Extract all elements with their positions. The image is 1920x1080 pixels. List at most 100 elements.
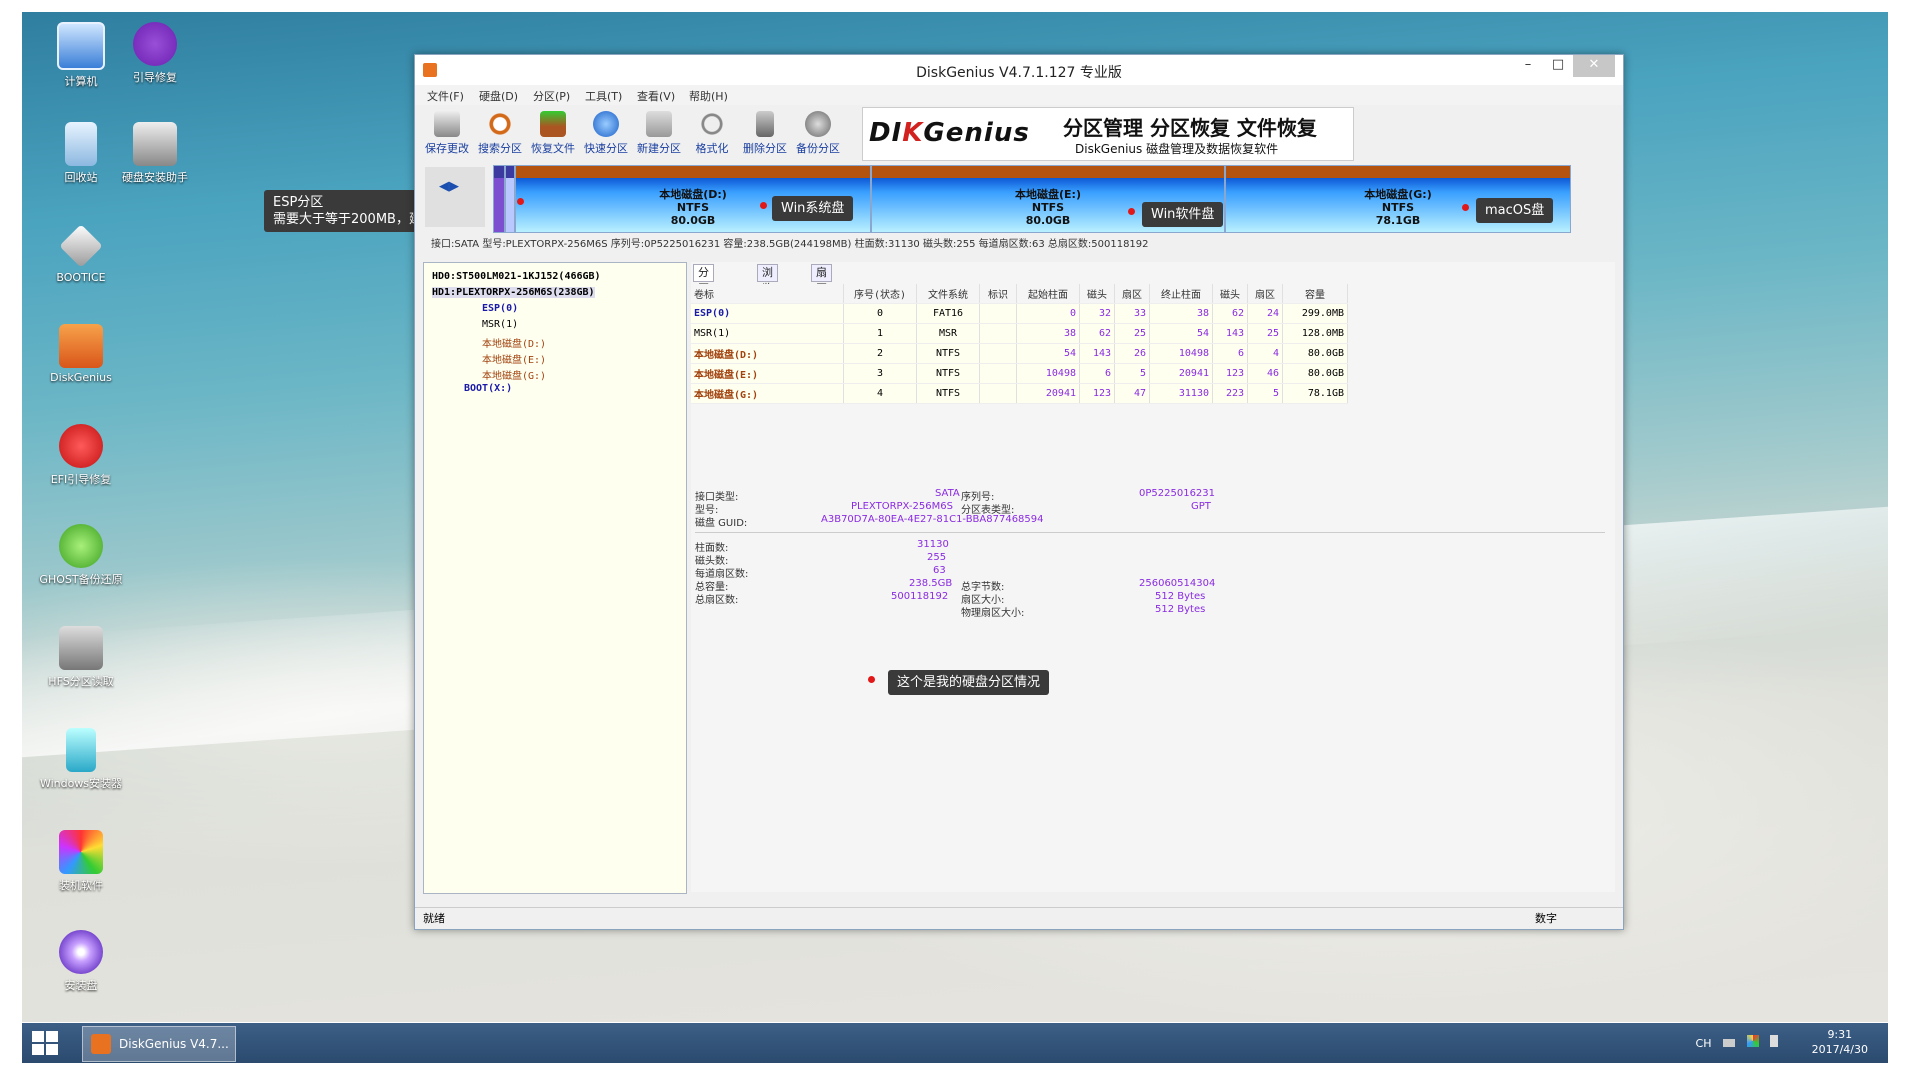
- start-button[interactable]: [32, 1031, 60, 1057]
- esp-marker-dot: [517, 198, 524, 205]
- save-icon: [434, 111, 460, 137]
- menu-tools[interactable]: 工具(T): [585, 88, 622, 104]
- ghost-icon: [59, 524, 103, 568]
- efi-repair-icon: [59, 424, 103, 468]
- recover-icon: [540, 111, 566, 137]
- disk-nav: ◀▶: [425, 167, 485, 227]
- disk-tree: HD0:ST500LM021-1KJ152(466GB) HD1:PLEXTOR…: [423, 262, 687, 894]
- format-button[interactable]: 格式化: [686, 106, 738, 162]
- recycle-bin-icon: [65, 122, 97, 166]
- desktop-icon-ghost[interactable]: GHOST备份还原: [36, 524, 126, 587]
- quick-partition-icon: [593, 111, 619, 137]
- diskgenius-window: DiskGenius V4.7.1.127 专业版 – □ ✕ 文件(F) 硬盘…: [414, 54, 1624, 930]
- tree-boot[interactable]: BOOT(X:): [464, 383, 512, 394]
- status-numlock: 数字: [1535, 912, 1557, 925]
- tree-esp[interactable]: ESP(0): [482, 303, 518, 314]
- menu-file[interactable]: 文件(F): [427, 88, 464, 104]
- taskbar: DiskGenius V4.7... CH 9:31 2017/4/30: [22, 1023, 1888, 1063]
- desktop-icon-software[interactable]: 装机软件: [36, 830, 126, 893]
- partition-esp[interactable]: [493, 165, 505, 233]
- quick-partition-button[interactable]: 快速分区: [580, 106, 632, 162]
- diskgenius-logo: DIKGenius: [869, 118, 1030, 148]
- title-bar: DiskGenius V4.7.1.127 专业版 – □ ✕: [415, 55, 1623, 85]
- minimize-button[interactable]: –: [1513, 55, 1543, 77]
- search-icon: [487, 111, 513, 137]
- recover-files-button[interactable]: 恢复文件: [527, 106, 579, 162]
- divider: [695, 532, 1605, 533]
- trash-icon: [756, 111, 774, 137]
- close-button[interactable]: ✕: [1573, 55, 1615, 77]
- mac-marker-dot: [1462, 204, 1469, 211]
- hfs-icon: [59, 626, 103, 670]
- diskgenius-task-icon: [91, 1034, 111, 1054]
- tree-hd1[interactable]: HD1:PLEXTORPX-256M6S(238GB): [432, 287, 595, 298]
- taskbar-diskgenius[interactable]: DiskGenius V4.7...: [82, 1026, 236, 1062]
- win-marker-dot: [760, 202, 767, 209]
- tree-d[interactable]: 本地磁盘(D:): [482, 335, 546, 350]
- battery-icon[interactable]: [1770, 1035, 1778, 1047]
- software-icon: [59, 830, 103, 874]
- table-row[interactable]: 本地磁盘(G:) 4 NTFS 20941 123 47 31130 223 5…: [691, 383, 1348, 404]
- maximize-button[interactable]: □: [1543, 55, 1573, 77]
- partition-table: 卷标 序号(状态) 文件系统 标识 起始柱面 磁头 扇区 终止柱面 磁头 扇区 …: [691, 284, 1348, 404]
- table-row[interactable]: 本地磁盘(E:) 3 NTFS 10498 6 5 20941 123 46 8…: [691, 363, 1348, 384]
- desktop-icon-diskgenius[interactable]: DiskGenius: [36, 324, 126, 384]
- soft-marker-dot: [1128, 208, 1135, 215]
- clock[interactable]: 9:31 2017/4/30: [1812, 1027, 1868, 1057]
- new-partition-button[interactable]: 新建分区: [633, 106, 685, 162]
- table-row[interactable]: 本地磁盘(D:) 2 NTFS 54 143 26 10498 6 4 80.0…: [691, 343, 1348, 364]
- menu-bar: 文件(F) 硬盘(D) 分区(P) 工具(T) 查看(V) 帮助(H): [415, 85, 1623, 105]
- ime-indicator[interactable]: CH: [1696, 1037, 1712, 1050]
- keyboard-icon[interactable]: [1723, 1039, 1735, 1047]
- back-arrow-icon[interactable]: ◀▶: [439, 179, 459, 194]
- menu-partition[interactable]: 分区(P): [533, 88, 570, 104]
- system-tray: CH: [1696, 1035, 1778, 1050]
- banner-subtitle: DiskGenius 磁盘管理及数据恢复软件: [1075, 142, 1279, 156]
- details-pane: 分区参数 浏览文件 扇区编辑 卷标 序号(状态) 文件系统 标识 起始柱面 磁头…: [691, 262, 1615, 892]
- screen: 计算机 引导修复 回收站 硬盘安装助手 BOOTICE DiskGenius E…: [0, 0, 1920, 1080]
- desktop-icon-boot-repair[interactable]: 引导修复: [110, 22, 200, 85]
- brand-banner: DIKGenius 分区管理 分区恢复 文件恢复 DiskGenius 磁盘管理…: [862, 107, 1354, 161]
- table-header: 卷标 序号(状态) 文件系统 标识 起始柱面 磁头 扇区 终止柱面 磁头 扇区 …: [691, 284, 1348, 304]
- delete-partition-button[interactable]: 删除分区: [739, 106, 791, 162]
- tab-partition-params[interactable]: 分区参数: [693, 264, 714, 327]
- windows-installer-icon: [66, 728, 96, 772]
- menu-view[interactable]: 查看(V): [637, 88, 675, 104]
- desktop-icon-install-disk[interactable]: 安装盘: [36, 930, 126, 993]
- menu-help[interactable]: 帮助(H): [689, 88, 728, 104]
- bootice-icon: [59, 224, 103, 268]
- desktop-icon-efi-repair[interactable]: EFI引导修复: [36, 424, 126, 487]
- tab-sector-edit[interactable]: 扇区编辑: [811, 264, 832, 327]
- tree-msr[interactable]: MSR(1): [482, 319, 518, 330]
- tab-browse-files[interactable]: 浏览文件: [757, 264, 778, 327]
- backup-partition-button[interactable]: 备份分区: [792, 106, 844, 162]
- boot-repair-icon: [133, 22, 177, 66]
- win-callout: Win系统盘: [772, 196, 854, 221]
- partition-msr[interactable]: [505, 165, 515, 233]
- desktop-icon-hfs[interactable]: HFS分区读取: [36, 626, 126, 689]
- table-row[interactable]: ESP(0) 0 FAT16 0 32 33 38 62 24 299.0MB: [691, 303, 1348, 324]
- computer-icon: [57, 22, 105, 70]
- color-icon[interactable]: [1746, 1035, 1759, 1047]
- table-row[interactable]: MSR(1) 1 MSR 38 62 25 54 143 25 128.0MB: [691, 323, 1348, 344]
- status-bar: 就绪 数字: [415, 907, 1623, 926]
- tree-hd0[interactable]: HD0:ST500LM021-1KJ152(466GB): [432, 271, 601, 282]
- tree-e[interactable]: 本地磁盘(E:): [482, 351, 546, 366]
- search-partition-button[interactable]: 搜索分区: [474, 106, 526, 162]
- mac-callout: macOS盘: [1476, 198, 1554, 223]
- menu-disk[interactable]: 硬盘(D): [479, 88, 518, 104]
- disk-installer-icon: [133, 122, 177, 166]
- window-title: DiskGenius V4.7.1.127 专业版: [916, 65, 1122, 81]
- backup-icon: [805, 111, 831, 137]
- tree-g[interactable]: 本地磁盘(G:): [482, 367, 546, 382]
- note-callout: 这个是我的硬盘分区情况: [888, 670, 1050, 695]
- save-changes-button[interactable]: 保存更改: [421, 106, 473, 162]
- diskgenius-icon: [59, 324, 103, 368]
- note-marker-dot: [868, 676, 875, 683]
- disk-partition-bar: ◀▶ 本地磁盘(D:) NTFS 80.0GB 本地磁盘(E:) NTFS 80.0GB…: [423, 165, 1613, 233]
- desktop-icon-bootice[interactable]: BOOTICE: [36, 224, 126, 284]
- format-icon: [699, 111, 725, 137]
- desktop-icon-windows-installer[interactable]: Windows安装器: [36, 728, 126, 791]
- desktop-icon-disk-installer[interactable]: 硬盘安装助手: [110, 122, 200, 185]
- disc-icon: [59, 930, 103, 974]
